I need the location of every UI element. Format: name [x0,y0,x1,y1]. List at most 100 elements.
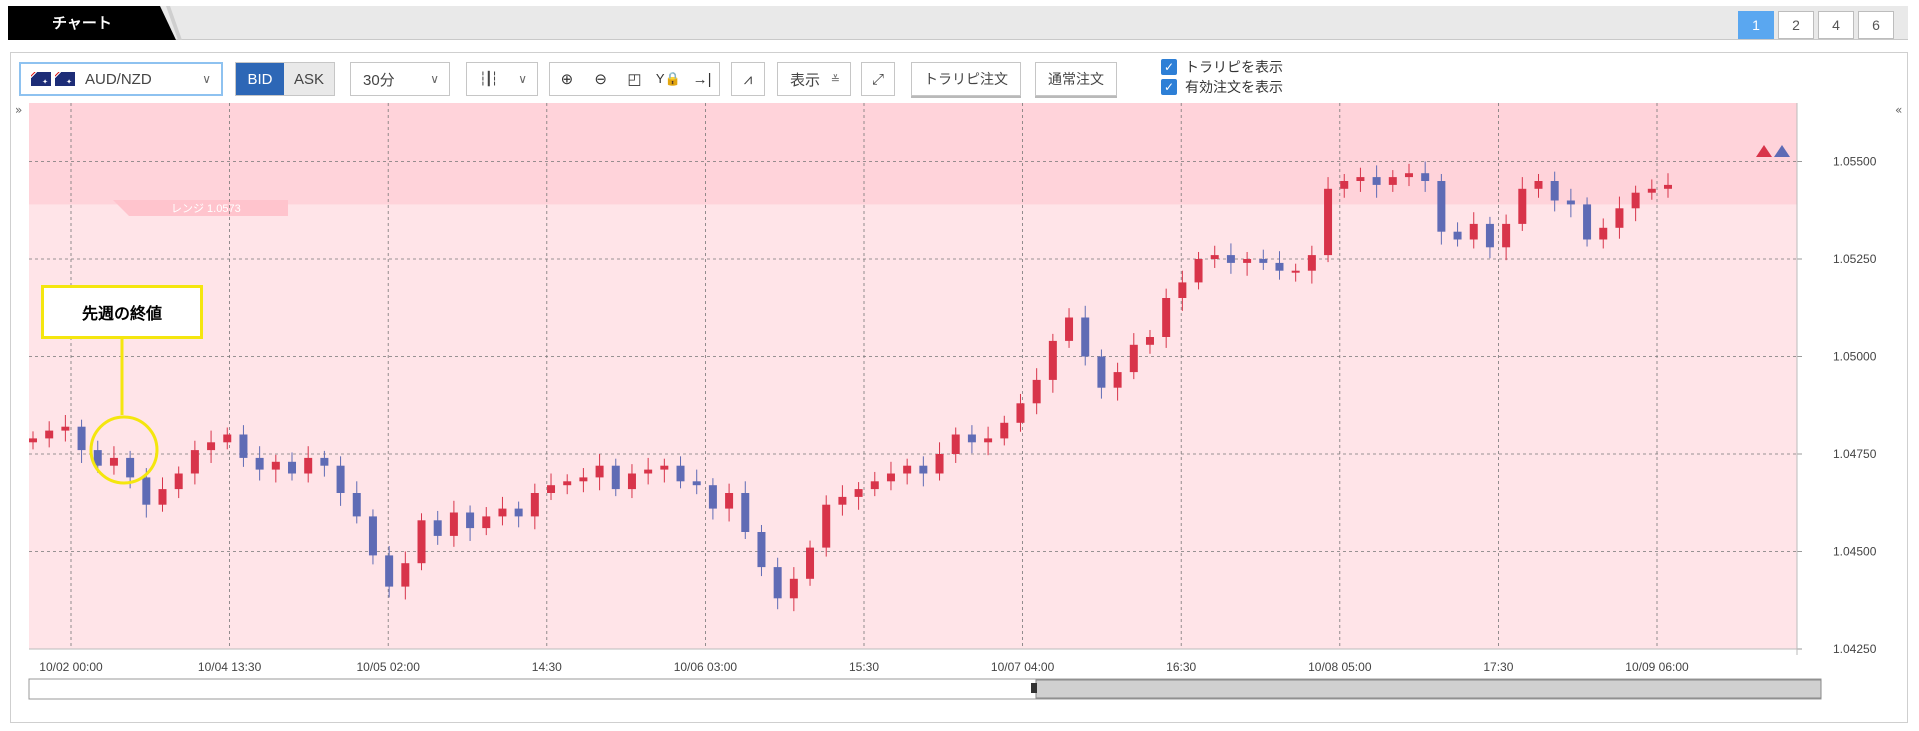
candle-up [1000,422,1009,439]
range-label: レンジ 1.0573 [171,203,241,215]
candle-up [271,461,280,470]
candle-down [1081,317,1090,357]
candle-up [1388,177,1397,185]
x-tick-label: 10/09 06:00 [1625,660,1689,674]
candle-up [886,473,895,482]
candle-up [1664,184,1672,189]
candle-up [449,512,458,536]
candle-up [579,477,588,482]
layout-selector: 1 2 4 6 [1738,11,1894,39]
y-tick-label: 1.05000 [1833,350,1877,364]
candle-up [61,426,70,431]
candle-down [1437,181,1446,232]
candle-down [1097,356,1106,388]
candle-up [190,450,199,474]
candle-down [1453,231,1462,240]
x-tick-label: 10/02 00:00 [39,660,103,674]
candle-down [320,457,329,466]
candle-down [368,516,377,556]
candle-down [336,465,345,493]
candle-down [757,532,766,568]
candle-down [1485,223,1494,248]
candle-up [109,457,118,466]
candle-up [1194,259,1203,283]
x-tick-label: 16:30 [1166,660,1196,674]
candle-up [563,481,572,486]
layout-1-button[interactable]: 1 [1738,11,1774,39]
candle-down [385,555,394,587]
candle-down [1550,181,1559,201]
tab-bar: チャート 1 2 4 6 [8,6,1908,40]
candle-down [433,520,442,536]
x-tick-label: 10/04 13:30 [198,660,262,674]
price-chart[interactable]: レンジ 1.0573 1.05500 1.05250 1.05000 1.04750 1.… [11,53,1907,722]
candle-up [903,465,912,474]
candle-down [1226,255,1235,263]
x-tick-label: 17:30 [1483,660,1513,674]
x-tick-label: 14:30 [532,660,562,674]
candle-up [838,496,847,505]
candle-up [870,481,879,490]
candle-up [660,465,669,470]
candle-up [223,434,232,443]
candle-down [708,485,717,509]
candle-down [1275,262,1284,271]
candle-up [1291,270,1300,273]
y-tick-label: 1.04500 [1833,545,1877,559]
candle-up [984,438,993,443]
candle-up [854,489,863,497]
candle-up [627,473,636,490]
candle-down [773,567,782,599]
layout-6-button[interactable]: 6 [1858,11,1894,39]
tab-chart[interactable]: チャート [8,6,176,40]
range-band [29,103,1797,205]
candle-up [401,563,410,587]
candle-down [255,457,264,470]
candle-down [514,508,523,517]
candle-up [1307,255,1316,271]
layout-2-button[interactable]: 2 [1778,11,1814,39]
candle-up [806,547,815,579]
candle-up [547,485,556,493]
candle-up [29,438,37,443]
candle-down [239,434,248,458]
scroll-handle [1031,683,1037,693]
x-tick-label: 10/06 03:00 [674,660,738,674]
candle-up [935,454,944,474]
candle-down [142,477,151,505]
candle-up [1647,188,1656,193]
chart-panel: AUD/NZD ∨ BID ASK 30分 ∨ ┆┃┆ ∨ ⊕ ⊖ ◰ Y🔒 →… [10,52,1908,723]
x-tick-label: 10/07 04:00 [991,660,1055,674]
candle-up [1113,372,1122,388]
y-tick-label: 1.05250 [1833,252,1877,266]
candle-up [530,493,539,517]
x-tick-label: 10/08 05:00 [1308,660,1372,674]
y-tick-label: 1.04250 [1833,642,1877,656]
candle-down [352,493,361,517]
candle-up [207,442,216,451]
candle-up [951,434,960,454]
candle-up [1145,337,1154,345]
candle-up [1615,208,1624,228]
candle-up [1065,317,1074,341]
candle-down [1372,177,1381,185]
candle-down [741,493,750,532]
candle-up [1518,188,1527,224]
candle-up [158,489,167,505]
candle-up [1016,403,1025,423]
candle-up [789,578,798,599]
candle-up [1502,223,1511,248]
layout-4-button[interactable]: 4 [1818,11,1854,39]
candle-up [1469,223,1478,240]
candle-down [1566,200,1575,205]
candle-up [1243,259,1252,263]
candle-up [1404,173,1413,178]
scroll-thumb [1035,679,1822,699]
candle-down [919,465,928,474]
candle-up [1356,177,1365,181]
candle-down [126,457,135,478]
candle-up [304,457,313,474]
candle-up [1178,282,1187,298]
y-tick-label: 1.05500 [1833,155,1877,169]
candle-up [1048,340,1057,380]
